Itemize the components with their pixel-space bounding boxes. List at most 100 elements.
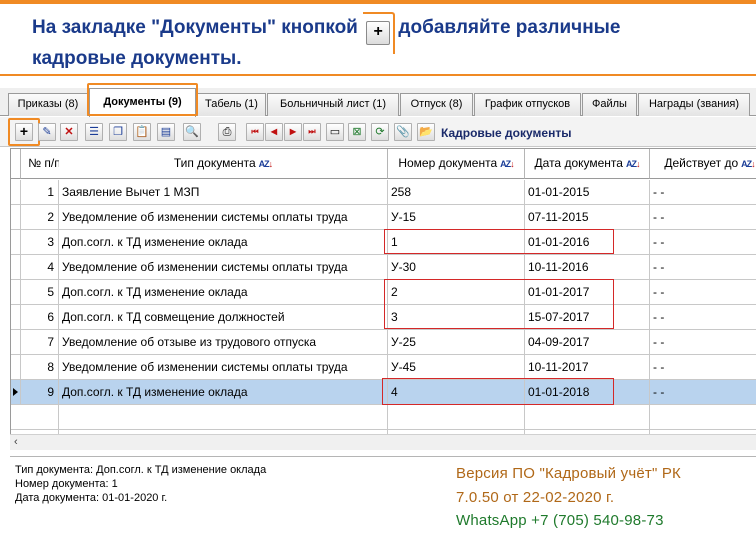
cell-num[interactable]: 9 xyxy=(21,380,59,405)
cell-date[interactable]: 10-11-2017 xyxy=(525,355,650,380)
excel-export-icon[interactable]: ⊠ xyxy=(348,123,366,141)
column-header-valid-until[interactable]: Действует до AZ↓ xyxy=(650,149,756,179)
table-row[interactable]: 4 Уведомление об изменении системы оплаты… xyxy=(11,255,756,280)
tab-vacation-schedule[interactable]: График отпусков xyxy=(474,93,581,116)
sort-icon[interactable]: AZ↓ xyxy=(259,159,273,169)
column-header-num-label: № п/п xyxy=(28,156,61,170)
table-row[interactable]: 7 Уведомление об отзыве из трудового отпу… xyxy=(11,330,756,355)
banner-text-before: На закладке "Документы" кнопкой xyxy=(32,17,358,38)
tab-orders[interactable]: Приказы (8) xyxy=(8,93,88,116)
cell-date[interactable]: 01-01-2018 xyxy=(525,380,650,405)
tab-sick-leave[interactable]: Больничный лист (1) xyxy=(267,93,399,116)
cell-type[interactable]: Доп.согл. к ТД изменение оклада xyxy=(59,280,388,305)
cell-date[interactable]: 01-01-2016 xyxy=(525,230,650,255)
first-record-icon[interactable]: ⏮ xyxy=(246,123,264,141)
cell-number[interactable]: У-15 xyxy=(388,205,525,230)
next-record-icon[interactable]: ▶ xyxy=(284,123,302,141)
cell-num[interactable]: 5 xyxy=(21,280,59,305)
tab-vacation[interactable]: Отпуск (8) xyxy=(400,93,473,116)
cell-num[interactable]: 2 xyxy=(21,205,59,230)
cell-number[interactable]: У-30 xyxy=(388,255,525,280)
cell-valid-until[interactable]: - - xyxy=(650,205,756,230)
edit-document-button[interactable]: ✎ xyxy=(38,123,56,141)
tab-files[interactable]: Файлы xyxy=(582,93,637,116)
sort-icon[interactable]: AZ↓ xyxy=(741,159,755,169)
last-record-icon[interactable]: ⏭ xyxy=(303,123,321,141)
cell-number[interactable]: 1 xyxy=(388,230,525,255)
column-header-number-label: Номер документа xyxy=(398,156,498,170)
folder-open-icon[interactable]: 📂 xyxy=(417,123,435,141)
cell-type[interactable]: Уведомление об отзыве из трудового отпус… xyxy=(59,330,388,355)
copy-icon[interactable]: ❐ xyxy=(109,123,127,141)
column-header-number[interactable]: Номер документа AZ↓ xyxy=(388,149,525,179)
cell-type[interactable]: Доп.согл. к ТД изменение оклада xyxy=(59,230,388,255)
cell-type[interactable]: Уведомление об изменении системы оплаты … xyxy=(59,205,388,230)
cell-num[interactable]: 4 xyxy=(21,255,59,280)
version-number: 7.0.50 от 22-02-2020 г. xyxy=(456,489,615,506)
documents-grid: № п/п Тип документа AZ↓ Номер документа AZ… xyxy=(10,148,756,450)
list-icon[interactable]: ☰ xyxy=(85,123,103,141)
table-row[interactable]: 3 Доп.согл. к ТД изменение оклада 1 01-01-2… xyxy=(11,230,756,255)
cell-valid-until[interactable]: - - xyxy=(650,230,756,255)
cell-date[interactable]: 01-01-2015 xyxy=(525,180,650,205)
paste-icon[interactable]: 📋 xyxy=(133,123,151,141)
table-row[interactable]: 9 Доп.согл. к ТД изменение оклада 4 01-01-2… xyxy=(11,380,756,405)
table-row[interactable]: 1 Заявление Вычет 1 МЗП 258 01-01-2015- - xyxy=(11,180,756,205)
cell-number[interactable]: У-25 xyxy=(388,330,525,355)
delete-document-button[interactable]: ✕ xyxy=(60,123,78,141)
empty-cell xyxy=(59,405,388,430)
cell-date[interactable]: 15-07-2017 xyxy=(525,305,650,330)
cell-date[interactable]: 04-09-2017 xyxy=(525,330,650,355)
cell-valid-until[interactable]: - - xyxy=(650,280,756,305)
cell-valid-until[interactable]: - - xyxy=(650,305,756,330)
cell-date[interactable]: 07-11-2015 xyxy=(525,205,650,230)
table-row[interactable]: 8 Уведомление об изменении системы оплаты… xyxy=(11,355,756,380)
archive-icon[interactable]: ▭ xyxy=(326,123,344,141)
cell-date[interactable]: 01-01-2017 xyxy=(525,280,650,305)
cell-num[interactable]: 7 xyxy=(21,330,59,355)
print-icon[interactable]: ⎙ xyxy=(218,123,236,141)
cell-date[interactable]: 10-11-2016 xyxy=(525,255,650,280)
cell-type[interactable]: Уведомление об изменении системы оплаты … xyxy=(59,355,388,380)
status-document-type: Тип документа: Доп.согл. к ТД изменение … xyxy=(15,464,267,476)
cell-type[interactable]: Доп.согл. к ТД совмещение должностей xyxy=(59,305,388,330)
tab-documents[interactable]: Документы (9) xyxy=(89,88,196,117)
tab-timesheet[interactable]: Табель (1) xyxy=(197,93,266,116)
cell-valid-until[interactable]: - - xyxy=(650,380,756,405)
cell-num[interactable]: 3 xyxy=(21,230,59,255)
cell-number[interactable]: 2 xyxy=(388,280,525,305)
tab-awards[interactable]: Награды (звания) xyxy=(638,93,750,116)
cell-num[interactable]: 8 xyxy=(21,355,59,380)
cell-num[interactable]: 1 xyxy=(21,180,59,205)
properties-icon[interactable]: ▤ xyxy=(157,123,175,141)
horizontal-scrollbar[interactable]: ‹ xyxy=(10,434,756,450)
cell-number[interactable]: 258 xyxy=(388,180,525,205)
table-row[interactable]: 6 Доп.согл. к ТД совмещение должностей 3 15… xyxy=(11,305,756,330)
table-row[interactable]: 2 Уведомление об изменении системы оплаты… xyxy=(11,205,756,230)
cell-type[interactable]: Доп.согл. к ТД изменение оклада xyxy=(59,380,388,405)
cell-number[interactable]: У-45 xyxy=(388,355,525,380)
cell-type[interactable]: Заявление Вычет 1 МЗП xyxy=(59,180,388,205)
add-document-button[interactable]: + xyxy=(15,123,33,141)
cell-valid-until[interactable]: - - xyxy=(650,255,756,280)
prev-record-icon[interactable]: ◀ xyxy=(265,123,283,141)
cell-number[interactable]: 3 xyxy=(388,305,525,330)
table-row[interactable]: 5 Доп.согл. к ТД изменение оклада 2 01-01-2… xyxy=(11,280,756,305)
preview-icon[interactable]: 🔍 xyxy=(183,123,201,141)
cell-valid-until[interactable]: - - xyxy=(650,355,756,380)
status-document-date: Дата документа: 01-01-2020 г. xyxy=(15,492,168,504)
row-indicator xyxy=(11,355,21,380)
cell-num[interactable]: 6 xyxy=(21,305,59,330)
scroll-left-icon[interactable]: ‹ xyxy=(14,435,18,450)
sort-icon[interactable]: AZ↓ xyxy=(626,159,640,169)
cell-type[interactable]: Уведомление об изменении системы оплаты … xyxy=(59,255,388,280)
sort-icon[interactable]: AZ↓ xyxy=(500,159,514,169)
cell-valid-until[interactable]: - - xyxy=(650,330,756,355)
column-header-type[interactable]: Тип документа AZ↓ xyxy=(59,149,388,179)
row-indicator xyxy=(11,255,21,280)
cell-number[interactable]: 4 xyxy=(388,380,525,405)
refresh-icon[interactable]: ⟳ xyxy=(371,123,389,141)
cell-valid-until[interactable]: - - xyxy=(650,180,756,205)
attach-icon[interactable]: 📎 xyxy=(394,123,412,141)
column-header-date[interactable]: Дата документа AZ↓ xyxy=(525,149,650,179)
